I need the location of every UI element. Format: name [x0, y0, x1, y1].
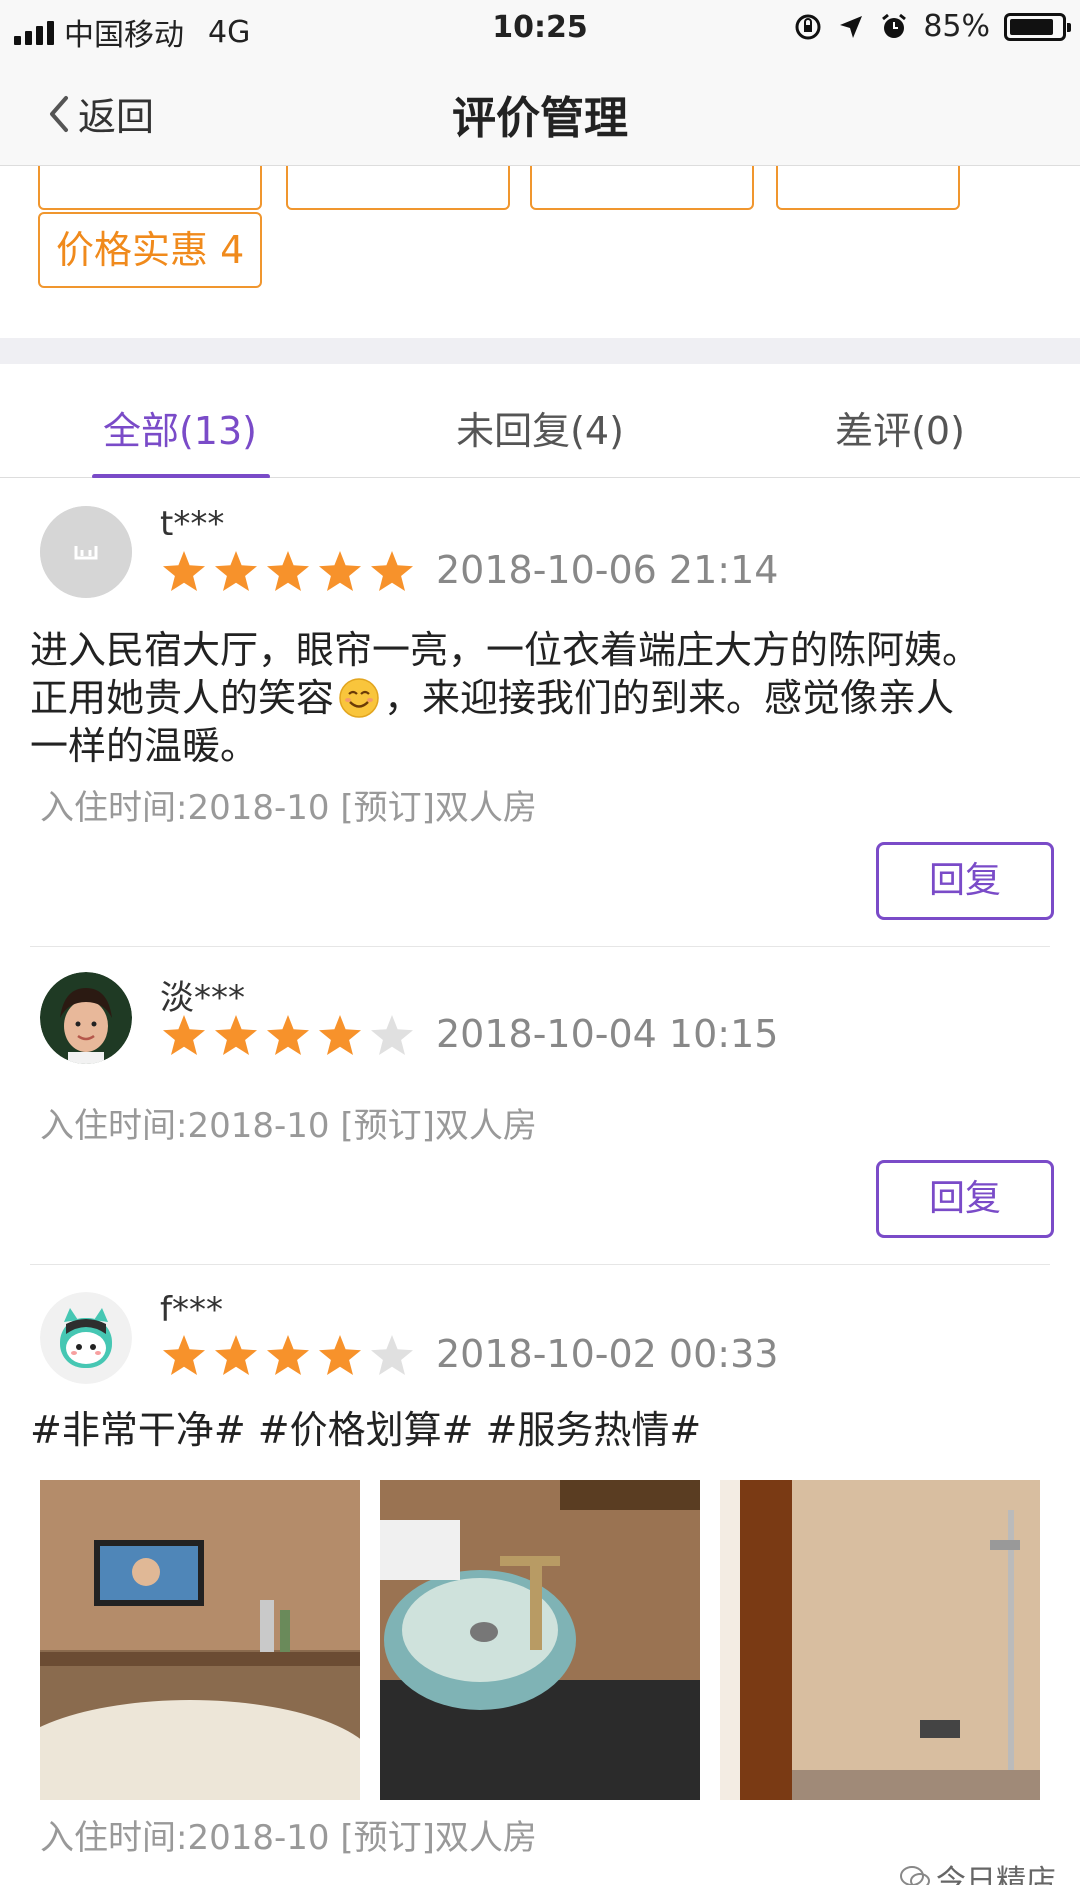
review-text: #非常干净# #价格划算# #服务热情# — [30, 1408, 702, 1452]
tag-chip[interactable] — [530, 166, 754, 210]
star-filled-icon — [267, 551, 309, 591]
review-date: 2018-10-04 10:15 — [436, 1012, 779, 1056]
review-photo-room[interactable] — [40, 1480, 360, 1800]
review-item: 淡*** 2018-10-04 10:15 入住时间:2018-10 [预订]双… — [0, 948, 1080, 1266]
section-gap — [0, 338, 1080, 364]
star-filled-icon — [267, 1335, 309, 1375]
star-rating — [160, 1012, 416, 1060]
alarm-icon — [882, 13, 907, 38]
review-text-line: 进入民宿大厅，眼帘一亮，一位衣着端庄大方的陈阿姨。 — [30, 628, 981, 672]
star-filled-icon — [319, 1015, 361, 1055]
review-date: 2018-10-06 21:14 — [436, 548, 779, 592]
tab-unreplied[interactable]: 未回复(4) — [360, 400, 720, 455]
review-username: f*** — [160, 1290, 223, 1330]
star-filled-icon — [163, 551, 205, 591]
divider — [30, 946, 1050, 947]
review-photo-sink[interactable] — [380, 1480, 700, 1800]
star-filled-icon — [267, 1015, 309, 1055]
avatar — [40, 1292, 132, 1384]
star-filled-icon — [163, 1015, 205, 1055]
avatar — [40, 972, 132, 1064]
location-icon — [840, 15, 863, 38]
tag-price-value[interactable]: 价格实惠 4 — [38, 212, 263, 288]
star-empty-icon — [371, 1015, 413, 1055]
review-date: 2018-10-02 00:33 — [436, 1332, 779, 1376]
watermark: 今日精店 — [900, 1856, 1056, 1885]
review-text-line: 一样的温暖。 — [30, 724, 259, 768]
review-photo-shower[interactable] — [720, 1480, 1040, 1800]
star-empty-icon — [371, 1335, 413, 1375]
avatar — [40, 506, 132, 598]
reply-button[interactable]: 回复 — [876, 1160, 1054, 1238]
star-filled-icon — [319, 551, 361, 591]
smile-emoji-icon — [339, 678, 379, 718]
tag-chip[interactable] — [776, 166, 960, 210]
battery-percent: 85% — [923, 9, 990, 44]
tag-chip[interactable] — [286, 166, 510, 210]
divider — [30, 1264, 1050, 1265]
watermark-text: 今日精店 — [936, 1864, 1056, 1885]
review-text-part: ，来迎接我们的到来。感觉像亲人 — [384, 676, 955, 720]
review-text: 进入民宿大厅，眼帘一亮，一位衣着端庄大方的陈阿姨。 正用她贵人的笑容 ，来迎接我们… — [30, 626, 1050, 770]
review-text-part: 正用她贵人的笑容 — [30, 676, 335, 720]
checkin-info: 入住时间:2018-10 [预订]双人房 — [40, 1818, 537, 1858]
review-username: t*** — [160, 504, 225, 544]
tab-all[interactable]: 全部(13) — [0, 400, 360, 455]
star-filled-icon — [215, 1015, 257, 1055]
star-filled-icon — [319, 1335, 361, 1375]
review-item: t*** 2018-10-06 21:14 进入民宿大厅，眼帘一亮，一位衣着端庄… — [0, 478, 1080, 948]
status-right: 85% — [793, 9, 1071, 44]
tag-chip[interactable] — [38, 166, 262, 210]
rotation-lock-icon — [795, 14, 821, 39]
star-rating — [160, 548, 416, 596]
checkin-info: 入住时间:2018-10 [预订]双人房 — [40, 1106, 537, 1146]
battery-icon — [1004, 12, 1071, 41]
page-title: 评价管理 — [452, 93, 628, 144]
nav-bar: 返回 评价管理 — [0, 56, 1080, 166]
reply-button[interactable]: 回复 — [876, 842, 1054, 920]
review-text-line: 正用她贵人的笑容 ，来迎接我们的到来。感觉像亲人 — [30, 674, 1050, 722]
star-rating — [160, 1332, 416, 1380]
star-filled-icon — [215, 551, 257, 591]
star-filled-icon — [371, 551, 413, 591]
star-filled-icon — [215, 1335, 257, 1375]
review-tabs: 全部(13) 未回复(4) 差评(0) — [0, 364, 1080, 479]
status-bar: 中国移动 4G 10:25 85% — [0, 0, 1080, 56]
tab-negative[interactable]: 差评(0) — [720, 400, 1080, 455]
tag-cloud: 价格实惠 4 — [0, 166, 1080, 338]
star-filled-icon — [163, 1335, 205, 1375]
wechat-icon — [900, 1866, 930, 1885]
checkin-info: 入住时间:2018-10 [预订]双人房 — [40, 788, 537, 828]
